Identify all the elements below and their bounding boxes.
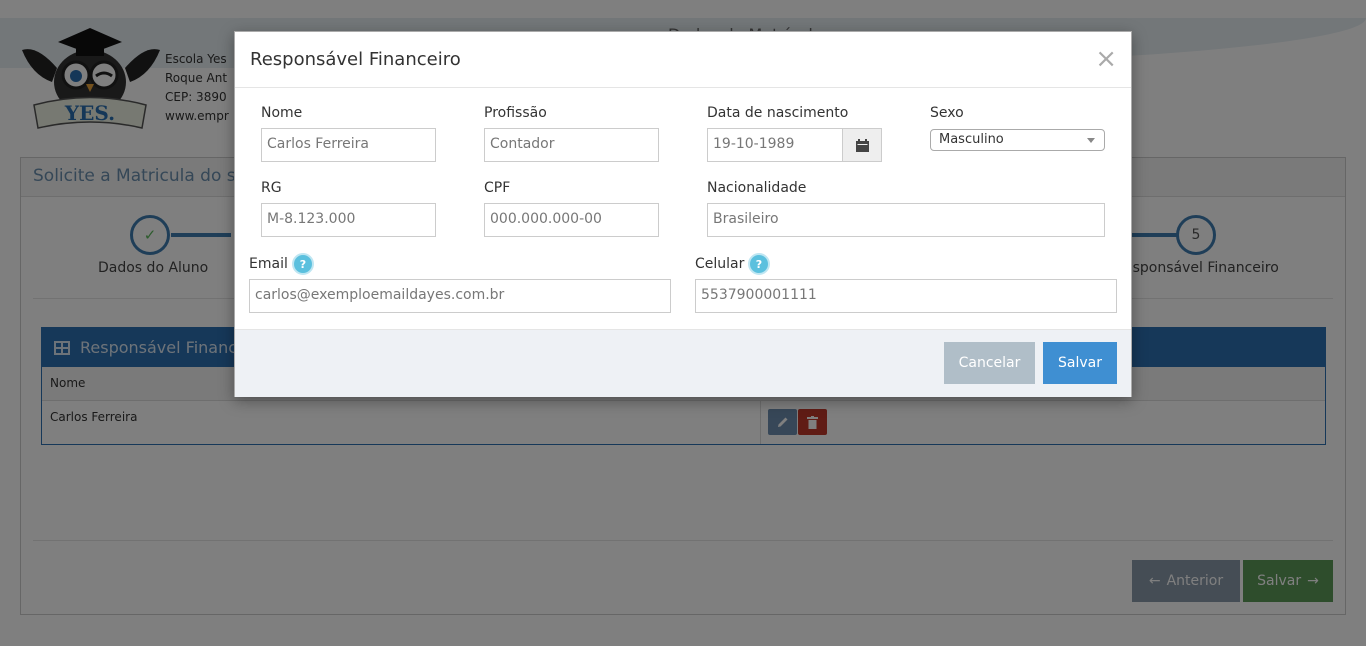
nascimento-label: Data de nascimento bbox=[707, 105, 849, 121]
nome-field[interactable]: Carlos Ferreira bbox=[261, 128, 436, 162]
cpf-field[interactable]: 000.000.000-00 bbox=[484, 203, 659, 237]
celular-help-icon[interactable]: ? bbox=[748, 253, 770, 275]
calendar-button[interactable] bbox=[842, 128, 882, 162]
nome-label: Nome bbox=[261, 105, 303, 121]
save-button[interactable]: Salvar bbox=[1043, 342, 1117, 384]
email-label: Email bbox=[249, 256, 288, 272]
chevron-down-icon bbox=[1087, 138, 1095, 143]
email-help-icon[interactable]: ? bbox=[292, 253, 314, 275]
profissao-label: Profissão bbox=[484, 105, 547, 121]
nacionalidade-label: Nacionalidade bbox=[707, 180, 807, 196]
nacionalidade-field[interactable]: Brasileiro bbox=[707, 203, 1105, 237]
email-field[interactable]: carlos@exemploemaildayes.com.br bbox=[249, 279, 671, 313]
nascimento-field[interactable]: 19-10-1989 bbox=[707, 128, 843, 162]
profissao-field[interactable]: Contador bbox=[484, 128, 659, 162]
sexo-selected-value: Masculino bbox=[939, 132, 1004, 147]
responsavel-modal: Responsável Financeiro × Nome Carlos Fer… bbox=[234, 31, 1132, 397]
sexo-select[interactable]: Masculino bbox=[930, 129, 1105, 151]
rg-field[interactable]: M-8.123.000 bbox=[261, 203, 436, 237]
celular-label: Celular bbox=[695, 256, 745, 272]
celular-field[interactable]: 5537900001111 bbox=[695, 279, 1117, 313]
cpf-label: CPF bbox=[484, 180, 511, 196]
modal-footer: Cancelar Salvar bbox=[235, 329, 1131, 397]
modal-title: Responsável Financeiro bbox=[250, 49, 461, 70]
close-icon[interactable]: × bbox=[1095, 46, 1117, 72]
cancel-button[interactable]: Cancelar bbox=[944, 342, 1035, 384]
calendar-icon bbox=[855, 138, 869, 152]
rg-label: RG bbox=[261, 180, 282, 196]
modal-header: Responsável Financeiro × bbox=[235, 32, 1131, 88]
sexo-label: Sexo bbox=[930, 105, 964, 121]
